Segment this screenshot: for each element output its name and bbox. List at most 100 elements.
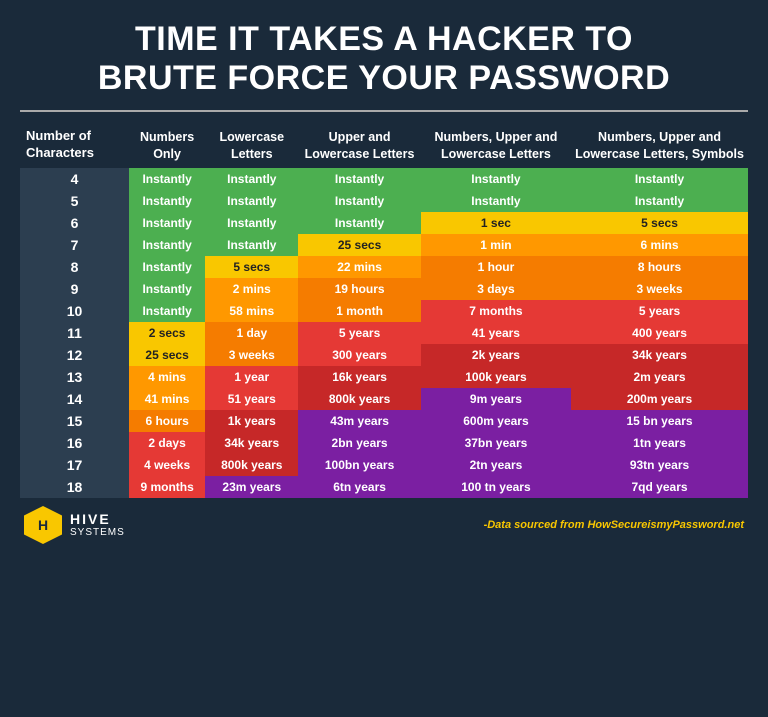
- row-5-col4-cell: 3 days: [421, 278, 571, 300]
- row-0-col5-cell: Instantly: [571, 168, 748, 190]
- row-11-col5-cell: 15 bn years: [571, 410, 748, 432]
- row-2-col3-cell: Instantly: [298, 212, 421, 234]
- row-8-col4-cell: 2k years: [421, 344, 571, 366]
- char-count-cell: 11: [20, 322, 129, 344]
- row-9-col5-cell: 2m years: [571, 366, 748, 388]
- row-6-col3-cell: 1 month: [298, 300, 421, 322]
- row-8-col1-cell: 25 secs: [129, 344, 205, 366]
- char-count-cell: 9: [20, 278, 129, 300]
- row-5-col2-cell: 2 mins: [205, 278, 298, 300]
- logo-hive: HIVE: [70, 511, 125, 527]
- row-2-col5-cell: 5 secs: [571, 212, 748, 234]
- col5-header: Numbers, Upper and Lowercase Letters, Sy…: [571, 122, 748, 168]
- row-3-col5-cell: 6 mins: [571, 234, 748, 256]
- row-7-col2-cell: 1 day: [205, 322, 298, 344]
- row-10-col4-cell: 9m years: [421, 388, 571, 410]
- password-table: Number of Characters Numbers Only Lowerc…: [20, 122, 748, 498]
- table-row: 189 months23m years6tn years100 tn years…: [20, 476, 748, 498]
- row-3-col3-cell: 25 secs: [298, 234, 421, 256]
- char-count-cell: 18: [20, 476, 129, 498]
- row-9-col4-cell: 100k years: [421, 366, 571, 388]
- row-6-col4-cell: 7 months: [421, 300, 571, 322]
- row-4-col2-cell: 5 secs: [205, 256, 298, 278]
- row-7-col1-cell: 2 secs: [129, 322, 205, 344]
- row-14-col1-cell: 9 months: [129, 476, 205, 498]
- row-0-col2-cell: Instantly: [205, 168, 298, 190]
- char-count-cell: 8: [20, 256, 129, 278]
- char-count-cell: 4: [20, 168, 129, 190]
- row-2-col1-cell: Instantly: [129, 212, 205, 234]
- row-0-col3-cell: Instantly: [298, 168, 421, 190]
- row-1-col3-cell: Instantly: [298, 190, 421, 212]
- row-11-col3-cell: 43m years: [298, 410, 421, 432]
- row-4-col3-cell: 22 mins: [298, 256, 421, 278]
- row-10-col5-cell: 200m years: [571, 388, 748, 410]
- main-container: TIME IT TAKES A HACKER TO BRUTE FORCE YO…: [0, 0, 768, 554]
- table-row: 156 hours1k years43m years600m years15 b…: [20, 410, 748, 432]
- table-row: 112 secs1 day5 years41 years400 years: [20, 322, 748, 344]
- char-count-cell: 13: [20, 366, 129, 388]
- row-10-col2-cell: 51 years: [205, 388, 298, 410]
- char-count-cell: 5: [20, 190, 129, 212]
- char-count-cell: 15: [20, 410, 129, 432]
- table-row: 134 mins1 year16k years100k years2m year…: [20, 366, 748, 388]
- row-4-col5-cell: 8 hours: [571, 256, 748, 278]
- col1-header: Numbers Only: [129, 122, 205, 168]
- row-12-col1-cell: 2 days: [129, 432, 205, 454]
- row-12-col5-cell: 1tn years: [571, 432, 748, 454]
- char-count-cell: 12: [20, 344, 129, 366]
- row-9-col2-cell: 1 year: [205, 366, 298, 388]
- row-10-col3-cell: 800k years: [298, 388, 421, 410]
- row-8-col2-cell: 3 weeks: [205, 344, 298, 366]
- col4-header: Numbers, Upper and Lowercase Letters: [421, 122, 571, 168]
- row-2-col4-cell: 1 sec: [421, 212, 571, 234]
- col0-header: Number of Characters: [20, 122, 129, 168]
- table-header-row: Number of Characters Numbers Only Lowerc…: [20, 122, 748, 168]
- row-8-col5-cell: 34k years: [571, 344, 748, 366]
- row-14-col3-cell: 6tn years: [298, 476, 421, 498]
- char-count-cell: 14: [20, 388, 129, 410]
- table-row: 6InstantlyInstantlyInstantly1 sec5 secs: [20, 212, 748, 234]
- row-6-col5-cell: 5 years: [571, 300, 748, 322]
- row-11-col4-cell: 600m years: [421, 410, 571, 432]
- row-3-col2-cell: Instantly: [205, 234, 298, 256]
- table-row: 10Instantly58 mins1 month7 months5 years: [20, 300, 748, 322]
- table-row: 1441 mins51 years800k years9m years200m …: [20, 388, 748, 410]
- col2-header: Lowercase Letters: [205, 122, 298, 168]
- table-row: 162 days34k years2bn years37bn years1tn …: [20, 432, 748, 454]
- table-row: 174 weeks800k years100bn years2tn years9…: [20, 454, 748, 476]
- main-title: TIME IT TAKES A HACKER TO BRUTE FORCE YO…: [20, 20, 748, 98]
- row-13-col3-cell: 100bn years: [298, 454, 421, 476]
- row-0-col4-cell: Instantly: [421, 168, 571, 190]
- logo-systems: SYSTEMS: [70, 527, 125, 538]
- row-10-col1-cell: 41 mins: [129, 388, 205, 410]
- char-count-cell: 6: [20, 212, 129, 234]
- row-8-col3-cell: 300 years: [298, 344, 421, 366]
- row-14-col4-cell: 100 tn years: [421, 476, 571, 498]
- table-row: 5InstantlyInstantlyInstantlyInstantlyIns…: [20, 190, 748, 212]
- row-12-col3-cell: 2bn years: [298, 432, 421, 454]
- row-5-col1-cell: Instantly: [129, 278, 205, 300]
- row-13-col5-cell: 93tn years: [571, 454, 748, 476]
- char-count-cell: 17: [20, 454, 129, 476]
- row-13-col1-cell: 4 weeks: [129, 454, 205, 476]
- row-5-col3-cell: 19 hours: [298, 278, 421, 300]
- row-7-col3-cell: 5 years: [298, 322, 421, 344]
- char-count-cell: 16: [20, 432, 129, 454]
- row-13-col4-cell: 2tn years: [421, 454, 571, 476]
- row-9-col1-cell: 4 mins: [129, 366, 205, 388]
- row-6-col1-cell: Instantly: [129, 300, 205, 322]
- table-row: 4InstantlyInstantlyInstantlyInstantlyIns…: [20, 168, 748, 190]
- row-7-col4-cell: 41 years: [421, 322, 571, 344]
- row-11-col2-cell: 1k years: [205, 410, 298, 432]
- row-5-col5-cell: 3 weeks: [571, 278, 748, 300]
- row-12-col2-cell: 34k years: [205, 432, 298, 454]
- row-1-col5-cell: Instantly: [571, 190, 748, 212]
- table-row: 1225 secs3 weeks300 years2k years34k yea…: [20, 344, 748, 366]
- footer: H HIVE SYSTEMS -Data sourced from HowSec…: [20, 506, 748, 544]
- logo-hexagon: H: [24, 506, 62, 544]
- logo-area: H HIVE SYSTEMS: [24, 506, 125, 544]
- divider: [20, 110, 748, 112]
- row-9-col3-cell: 16k years: [298, 366, 421, 388]
- row-1-col2-cell: Instantly: [205, 190, 298, 212]
